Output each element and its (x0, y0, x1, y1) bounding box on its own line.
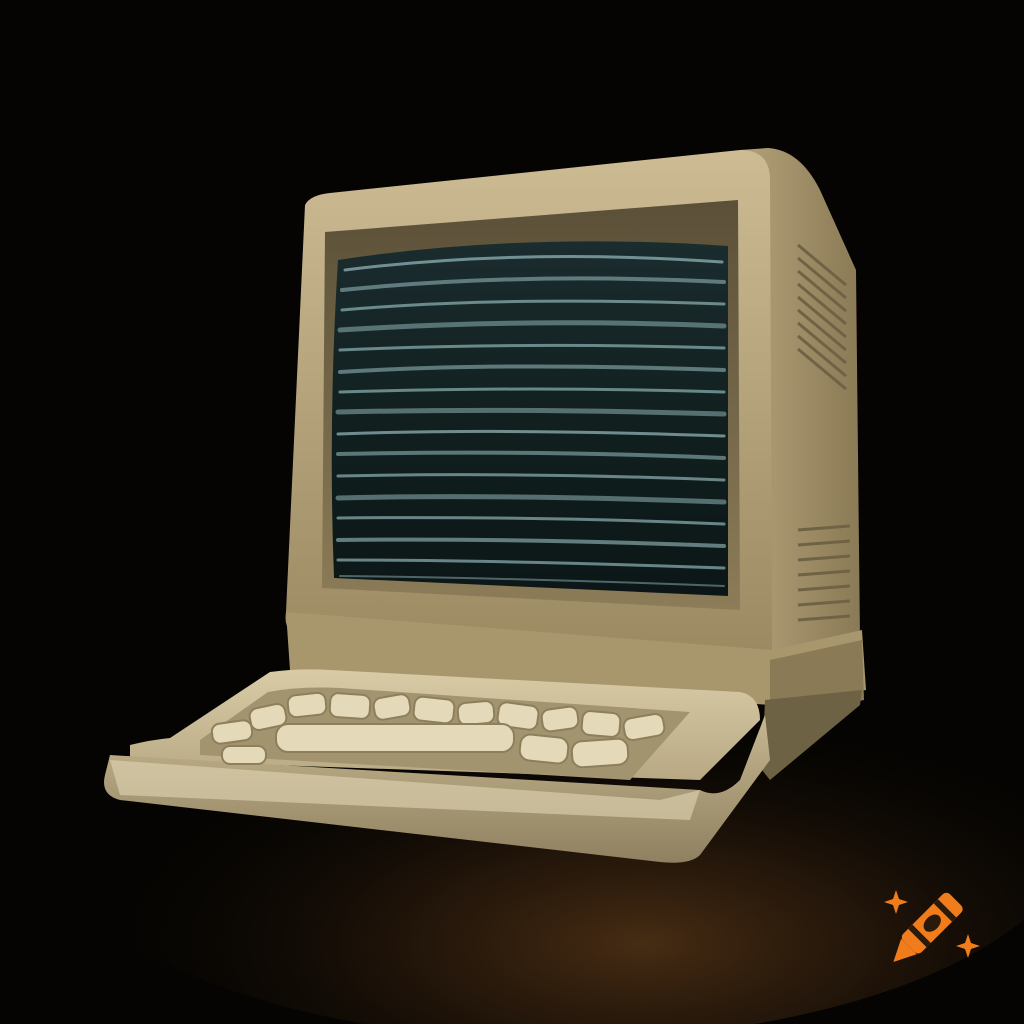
crayon-logo-icon (868, 866, 988, 986)
scene (0, 0, 1024, 1024)
sparkle-icon (884, 890, 908, 914)
crayon-logo-graphic (884, 890, 980, 963)
sparkle-icon (956, 934, 980, 958)
